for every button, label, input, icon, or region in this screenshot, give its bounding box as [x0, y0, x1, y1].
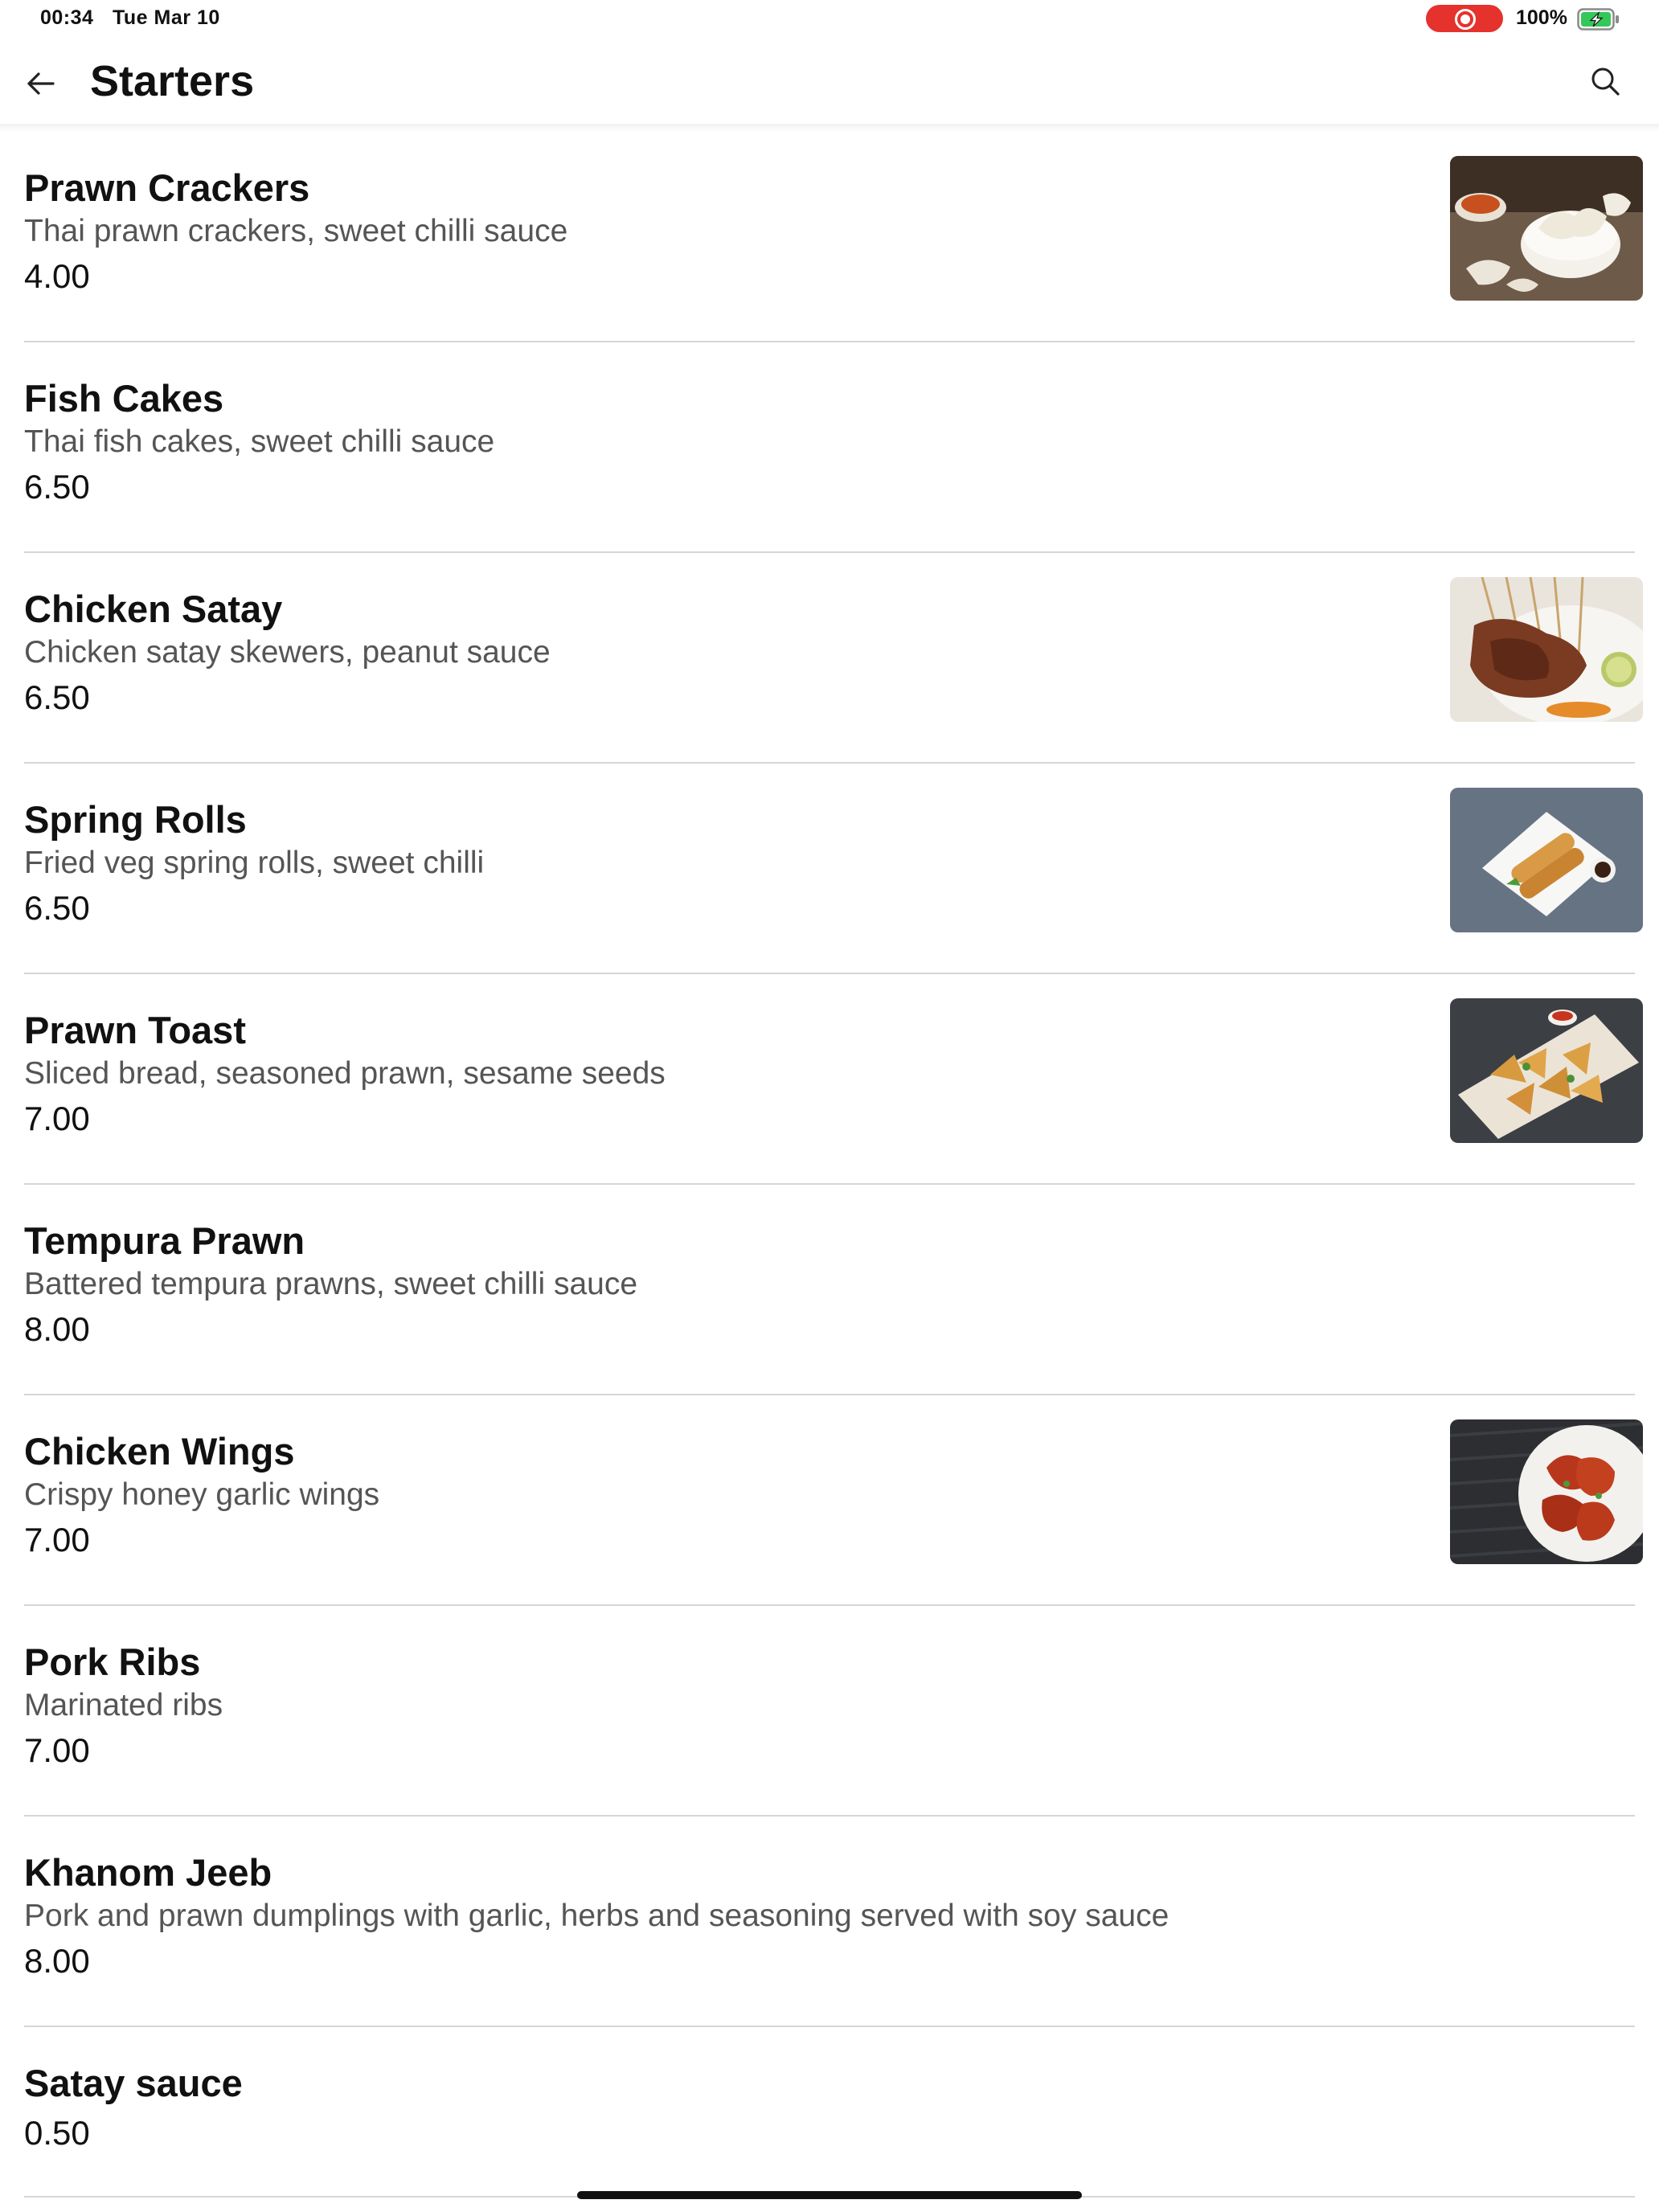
back-button[interactable]	[21, 64, 59, 103]
chicken-satay-photo	[1450, 577, 1643, 722]
item-name: Satay sauce	[24, 2062, 243, 2104]
menu-item-chicken-wings[interactable]: Chicken Wings Crispy honey garlic wings …	[24, 1395, 1643, 1606]
record-dot	[1460, 14, 1470, 24]
item-name: Khanom Jeeb	[24, 1851, 272, 1894]
item-description: Sliced bread, seasoned prawn, sesame see…	[24, 1056, 666, 1091]
spring-rolls-photo	[1450, 788, 1643, 932]
item-price: 0.50	[24, 2114, 90, 2152]
item-description: Pork and prawn dumplings with garlic, he…	[24, 1899, 1169, 1933]
menu-item-spring-rolls[interactable]: Spring Rolls Fried veg spring rolls, swe…	[24, 764, 1643, 974]
menu-item-chicken-satay[interactable]: Chicken Satay Chicken satay skewers, pea…	[24, 553, 1643, 764]
item-price: 6.50	[24, 468, 90, 506]
item-name: Chicken Wings	[24, 1430, 295, 1473]
item-description: Thai prawn crackers, sweet chilli sauce	[24, 214, 568, 248]
arrow-left-icon	[27, 72, 55, 95]
chicken-wings-photo	[1450, 1419, 1643, 1564]
item-price: 7.00	[24, 1521, 90, 1559]
item-name: Pork Ribs	[24, 1641, 201, 1683]
item-name: Chicken Satay	[24, 588, 283, 630]
status-bar: 00:34 Tue Mar 10 100%	[0, 0, 1659, 39]
battery-charging-icon	[1577, 8, 1619, 31]
item-name: Prawn Crackers	[24, 166, 310, 209]
item-price: 4.00	[24, 257, 90, 295]
battery-percentage: 100%	[1516, 6, 1567, 29]
item-price: 8.00	[24, 1942, 90, 1980]
page-title: Starters	[90, 57, 255, 105]
status-time: 00:34	[40, 6, 94, 29]
header-divider	[0, 124, 1659, 132]
menu-item-pork-ribs[interactable]: Pork Ribs Marinated ribs 7.00	[24, 1606, 1635, 1817]
prawn-toast-photo	[1450, 998, 1643, 1143]
menu-list: Prawn Crackers Thai prawn crackers, swee…	[0, 132, 1659, 2198]
screen-recording-indicator[interactable]	[1426, 5, 1503, 32]
item-price: 7.00	[24, 1731, 90, 1769]
menu-item-khanom-jeeb[interactable]: Khanom Jeeb Pork and prawn dumplings wit…	[24, 1817, 1635, 2027]
item-name: Spring Rolls	[24, 798, 247, 841]
status-date: Tue Mar 10	[113, 6, 220, 29]
item-description: Battered tempura prawns, sweet chilli sa…	[24, 1267, 638, 1301]
item-description: Marinated ribs	[24, 1688, 223, 1722]
item-name: Prawn Toast	[24, 1009, 246, 1051]
menu-item-tempura-prawn[interactable]: Tempura Prawn Battered tempura prawns, s…	[24, 1185, 1635, 1395]
menu-item-prawn-crackers[interactable]: Prawn Crackers Thai prawn crackers, swee…	[24, 132, 1643, 342]
search-icon	[1591, 68, 1620, 96]
item-description: Thai fish cakes, sweet chilli sauce	[24, 424, 495, 459]
item-name: Fish Cakes	[24, 377, 224, 420]
item-name: Tempura Prawn	[24, 1219, 305, 1262]
item-description: Fried veg spring rolls, sweet chilli	[24, 846, 485, 880]
home-indicator[interactable]	[577, 2191, 1082, 2199]
item-price: 6.50	[24, 678, 90, 716]
item-price: 6.50	[24, 889, 90, 927]
item-description: Chicken satay skewers, peanut sauce	[24, 635, 551, 670]
item-price: 7.00	[24, 1100, 90, 1137]
menu-item-satay-sauce[interactable]: Satay sauce 0.50	[24, 2027, 1635, 2198]
menu-item-fish-cakes[interactable]: Fish Cakes Thai fish cakes, sweet chilli…	[24, 342, 1635, 553]
item-price: 8.00	[24, 1310, 90, 1348]
menu-item-prawn-toast[interactable]: Prawn Toast Sliced bread, seasoned prawn…	[24, 974, 1643, 1185]
prawn-crackers-photo	[1450, 156, 1643, 301]
app-header: Starters	[0, 45, 1659, 125]
search-button[interactable]	[1588, 64, 1624, 100]
item-description: Crispy honey garlic wings	[24, 1477, 380, 1512]
